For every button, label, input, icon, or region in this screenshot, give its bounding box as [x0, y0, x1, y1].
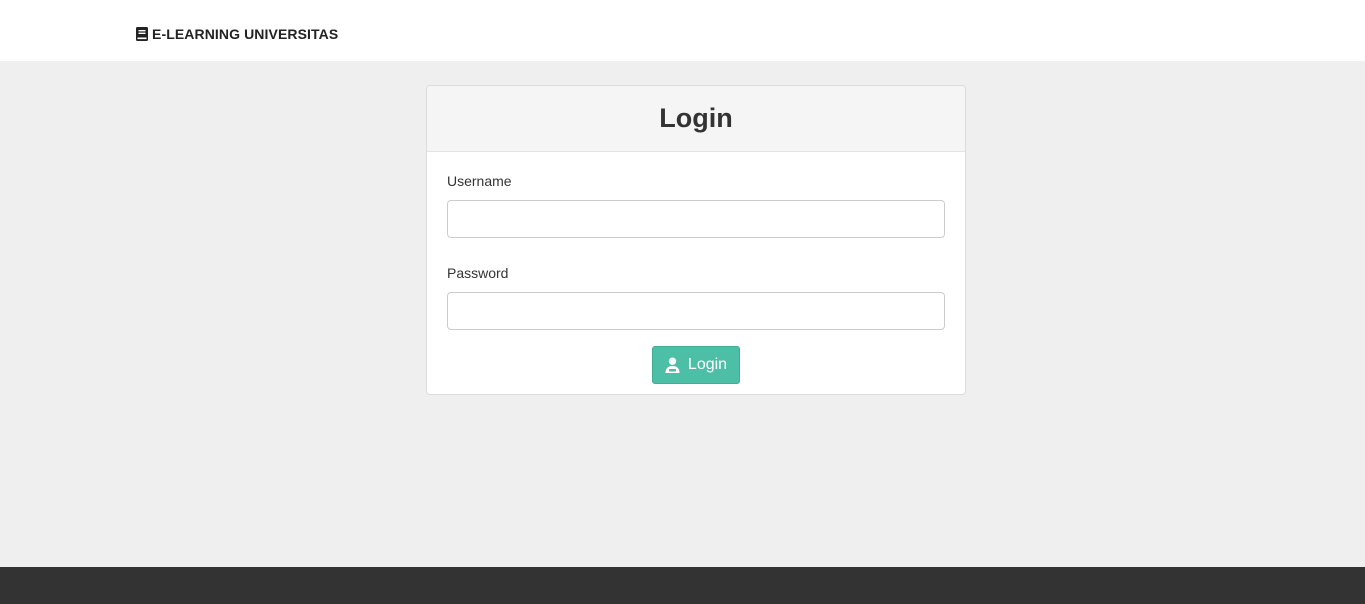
book-icon: [136, 27, 148, 41]
login-card-header: Login: [427, 86, 965, 152]
navbar: E-LEARNING UNIVERSITAS: [0, 0, 1365, 61]
login-button-row: Login: [447, 346, 945, 384]
brand-link[interactable]: E-LEARNING UNIVERSITAS: [136, 26, 338, 42]
login-button[interactable]: Login: [651, 346, 741, 384]
user-icon: [665, 357, 680, 373]
login-title: Login: [659, 103, 733, 133]
username-input[interactable]: [447, 200, 945, 238]
brand-label: E-LEARNING UNIVERSITAS: [152, 26, 339, 42]
footer: [0, 567, 1365, 604]
login-card: Login Username Password Login: [426, 85, 966, 395]
password-input[interactable]: [447, 292, 945, 330]
username-label: Username: [447, 173, 512, 189]
login-button-label: Login: [687, 356, 728, 373]
login-form: Username Password Login: [427, 152, 965, 384]
password-label: Password: [447, 265, 509, 281]
